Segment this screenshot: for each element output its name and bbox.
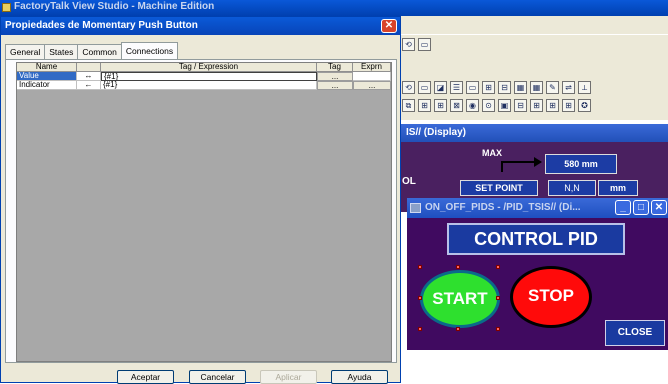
tag-browse-button[interactable]: ... xyxy=(317,81,353,90)
connections-grid: Name Tag / Expression Tag Exprn Value ↔ … xyxy=(16,62,392,362)
app-title: FactoryTalk View Studio - Machine Editio… xyxy=(14,1,215,12)
toolbar-tool-icon[interactable]: ▭ xyxy=(466,81,479,94)
tag-expression-input[interactable]: {#1} xyxy=(101,81,317,90)
set-point-label: SET POINT xyxy=(460,180,538,196)
properties-dialog: Propiedades de Momentary Push Button ✕ G… xyxy=(0,16,401,384)
column-header-name[interactable]: Name xyxy=(17,63,77,72)
toolbar-tool-icon[interactable]: ⊞ xyxy=(562,99,575,112)
minimize-button[interactable]: _ xyxy=(615,200,631,215)
selection-handle[interactable] xyxy=(456,265,460,269)
selection-handle[interactable] xyxy=(418,327,422,331)
expression-editor-button[interactable]: ... xyxy=(353,81,391,90)
left-partial-label: OL xyxy=(402,176,416,187)
toolbar-tool-icon[interactable]: ⊞ xyxy=(418,99,431,112)
hmi-window-body: CONTROL PID START STOP CLOSE xyxy=(407,218,668,350)
toolbar-tool-icon[interactable]: ⊞ xyxy=(434,99,447,112)
dialog-title: Propiedades de Momentary Push Button xyxy=(5,20,198,31)
max-label: MAX xyxy=(482,148,502,158)
toolbar-tool-icon[interactable]: ▦ xyxy=(530,81,543,94)
column-header-tag[interactable]: Tag xyxy=(317,63,353,72)
toolbar-area: ⟲ ▭ ⟲ ▭ ◪ ☰ ▭ ⊞ ⊟ ▦ ▦ ✎ ⇌ ⟂ ⧉ ⊞ ⊞ ⊠ ◉ ⊙ … xyxy=(400,34,668,120)
control-pid-title: CONTROL PID xyxy=(447,223,625,255)
selection-handle[interactable] xyxy=(496,296,500,300)
accept-button[interactable]: Aceptar xyxy=(117,370,174,384)
tab-states[interactable]: States xyxy=(44,44,79,59)
row-name-cell[interactable]: Indicator xyxy=(17,81,77,90)
app-title-bar: FactoryTalk View Studio - Machine Editio… xyxy=(0,0,668,16)
toolbar-tool-icon[interactable]: ⊞ xyxy=(530,99,543,112)
close-button[interactable]: CLOSE xyxy=(605,320,665,346)
toolbar-tool-icon[interactable]: ☰ xyxy=(450,81,463,94)
close-icon[interactable]: ✕ xyxy=(381,19,397,33)
toolbar-tool-icon[interactable]: ▣ xyxy=(498,99,511,112)
selection-handle[interactable] xyxy=(418,296,422,300)
set-point-input[interactable]: N,N xyxy=(548,180,596,196)
tab-common[interactable]: Common xyxy=(77,44,122,59)
toolbar-tool-icon[interactable]: ⧉ xyxy=(402,99,415,112)
display-icon xyxy=(410,203,421,213)
selection-handle[interactable] xyxy=(496,265,500,269)
bidirectional-arrow-icon: ↔ xyxy=(77,72,101,81)
toolbar-row-1: ⟲ ▭ ◪ ☰ ▭ ⊞ ⊟ ▦ ▦ ✎ ⇌ ⟂ xyxy=(402,81,591,97)
menu-strip xyxy=(400,16,668,34)
window-close-button[interactable]: ✕ xyxy=(651,200,667,215)
arrow-right-icon xyxy=(501,157,542,172)
toolbar-tool-icon[interactable]: ⟲ xyxy=(402,38,415,51)
toolbar-tool-icon[interactable]: ▭ xyxy=(418,38,431,51)
maximize-button[interactable]: □ xyxy=(633,200,649,215)
toolbar-tool-icon[interactable]: ⊙ xyxy=(482,99,495,112)
app-logo-icon xyxy=(2,3,11,12)
hmi-window-title-bar[interactable]: ON_OFF_PIDS - /PID_TSIS// (Di... _ □ ✕ xyxy=(407,198,668,218)
toolbar-tool-icon[interactable]: ⇌ xyxy=(562,81,575,94)
toolbar-row-2: ⧉ ⊞ ⊞ ⊠ ◉ ⊙ ▣ ⊟ ⊞ ⊞ ⊞ ✪ xyxy=(402,99,591,115)
toolbar-tool-icon[interactable]: ⟂ xyxy=(578,81,591,94)
column-header-exprn[interactable]: Exprn xyxy=(353,63,391,72)
max-value-display: 580 mm xyxy=(545,154,617,174)
unit-label: mm xyxy=(598,180,638,196)
selection-handle[interactable] xyxy=(496,327,500,331)
toolbar-tool-icon[interactable]: ✎ xyxy=(546,81,559,94)
toolbar-tool-icon[interactable]: ⟲ xyxy=(402,81,415,94)
display-window-title: IS// (Display) xyxy=(406,127,467,138)
tab-general[interactable]: General xyxy=(5,44,46,59)
help-button[interactable]: Ayuda xyxy=(331,370,388,384)
column-header-direction[interactable] xyxy=(77,63,101,72)
tab-connections[interactable]: Connections xyxy=(120,42,179,59)
toolbar-tool-icon[interactable]: ▭ xyxy=(418,81,431,94)
tag-expression-input[interactable]: {#1} xyxy=(101,72,317,81)
toolbar-row-top: ⟲ ▭ xyxy=(402,38,431,54)
left-arrow-icon: ← xyxy=(77,81,101,90)
toolbar-tool-icon[interactable]: ⊟ xyxy=(514,99,527,112)
stop-button[interactable]: STOP xyxy=(510,266,592,328)
display-window-title-bar[interactable]: IS// (Display) xyxy=(400,124,668,142)
selection-handle[interactable] xyxy=(456,327,460,331)
column-header-tag-expression[interactable]: Tag / Expression xyxy=(101,63,317,72)
toolbar-tool-icon[interactable]: ⊟ xyxy=(498,81,511,94)
toolbar-tool-icon[interactable]: ⊞ xyxy=(546,99,559,112)
toolbar-tool-icon[interactable]: ◉ xyxy=(466,99,479,112)
start-button[interactable]: START xyxy=(420,270,500,328)
exprn-cell-empty xyxy=(353,72,391,81)
dialog-title-bar[interactable]: Propiedades de Momentary Push Button ✕ xyxy=(1,17,400,35)
selection-handle[interactable] xyxy=(418,265,422,269)
toolbar-tool-icon[interactable]: ◪ xyxy=(434,81,447,94)
row-name-cell[interactable]: Value xyxy=(17,72,77,81)
toolbar-tool-icon[interactable]: ▦ xyxy=(514,81,527,94)
toolbar-tool-icon[interactable]: ✪ xyxy=(578,99,591,112)
apply-button[interactable]: Aplicar xyxy=(260,370,317,384)
toolbar-tool-icon[interactable]: ⊞ xyxy=(482,81,495,94)
toolbar-tool-icon[interactable]: ⊠ xyxy=(450,99,463,112)
tab-strip: General States Common Connections xyxy=(5,42,179,59)
hmi-window-title: ON_OFF_PIDS - /PID_TSIS// (Di... xyxy=(425,202,581,213)
tag-browse-button[interactable]: ... xyxy=(317,72,353,81)
cancel-button[interactable]: Cancelar xyxy=(189,370,246,384)
